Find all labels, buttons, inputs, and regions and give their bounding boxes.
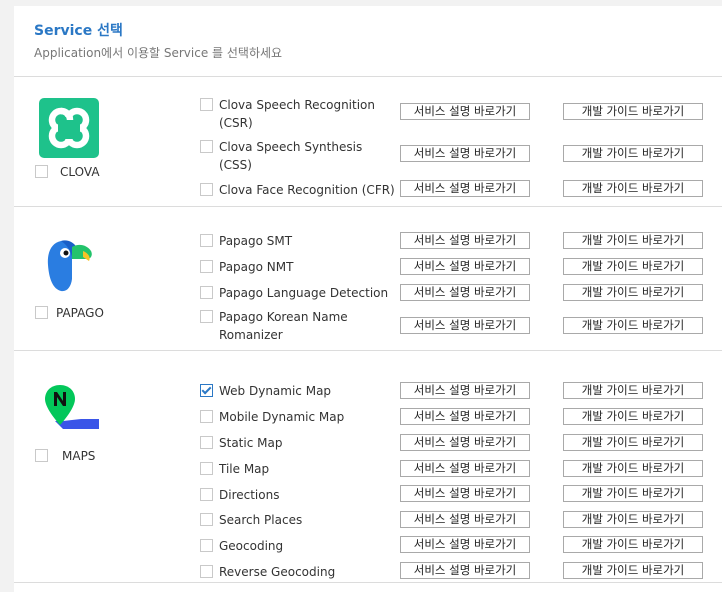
service-description-link-button[interactable]: 서비스 설명 바로가기	[400, 145, 530, 162]
developer-guide-link-button[interactable]: 개발 가이드 바로가기	[563, 145, 703, 162]
service-label: Papago Korean Name Romanizer	[219, 310, 348, 342]
service-checkbox[interactable]	[200, 286, 213, 299]
service-label: Clova Speech Synthesis (CSS)	[219, 140, 363, 172]
developer-guide-link-button[interactable]: 개발 가이드 바로가기	[563, 180, 703, 197]
service-checkbox[interactable]	[200, 539, 213, 552]
service-description-link-button[interactable]: 서비스 설명 바로가기	[400, 562, 530, 579]
service-selection-panel: Service 선택 Application에서 이용할 Service 를 선…	[14, 6, 722, 592]
developer-guide-link-button[interactable]: 개발 가이드 바로가기	[563, 408, 703, 425]
developer-guide-link-button[interactable]: 개발 가이드 바로가기	[563, 485, 703, 502]
service-description-link-button[interactable]: 서비스 설명 바로가기	[400, 511, 530, 528]
service-description-link-button[interactable]: 서비스 설명 바로가기	[400, 485, 530, 502]
developer-guide-link-button[interactable]: 개발 가이드 바로가기	[563, 511, 703, 528]
service-label: Papago Language Detection	[219, 286, 389, 300]
page-title: Service 선택	[34, 23, 123, 39]
service-checkbox[interactable]	[200, 140, 213, 153]
service-label: Mobile Dynamic Map	[219, 410, 345, 424]
developer-guide-link-button[interactable]: 개발 가이드 바로가기	[563, 317, 703, 334]
service-label: Papago NMT	[219, 260, 294, 274]
service-checkbox[interactable]	[200, 384, 213, 397]
service-label: Clova Face Recognition (CFR)	[219, 183, 395, 197]
service-description-link-button[interactable]: 서비스 설명 바로가기	[400, 284, 530, 301]
service-checkbox[interactable]	[200, 98, 213, 111]
section-clova: CLOVA Clova Speech Recognition (CSR) 서비스…	[14, 77, 722, 207]
section-maps: MAPS Web Dynamic Map 서비스 설명 바로가기 개발 가이드 …	[14, 351, 722, 583]
developer-guide-link-button[interactable]: 개발 가이드 바로가기	[563, 284, 703, 301]
naver-maps-pin-logo-icon	[43, 383, 101, 433]
papago-parrot-logo-icon	[41, 233, 97, 293]
service-description-link-button[interactable]: 서비스 설명 바로가기	[400, 460, 530, 477]
service-label: Tile Map	[219, 462, 270, 476]
section-label-maps: MAPS	[62, 449, 96, 463]
service-checkbox[interactable]	[200, 513, 213, 526]
service-checkbox[interactable]	[200, 183, 213, 196]
service-description-link-button[interactable]: 서비스 설명 바로가기	[400, 382, 530, 399]
service-label: Reverse Geocoding	[219, 565, 336, 579]
service-description-link-button[interactable]: 서비스 설명 바로가기	[400, 317, 530, 334]
service-label: Geocoding	[219, 539, 284, 553]
developer-guide-link-button[interactable]: 개발 가이드 바로가기	[563, 562, 703, 579]
service-label: Static Map	[219, 436, 283, 450]
service-label: Directions	[219, 488, 280, 502]
panel-header: Service 선택 Application에서 이용할 Service 를 선…	[14, 6, 722, 77]
service-label: Search Places	[219, 513, 303, 527]
service-description-link-button[interactable]: 서비스 설명 바로가기	[400, 408, 530, 425]
page-subtitle: Application에서 이용할 Service 를 선택하세요	[34, 46, 283, 60]
clova-logo-icon	[39, 98, 99, 158]
section-label-papago: PAPAGO	[56, 306, 104, 320]
service-checkbox[interactable]	[200, 462, 213, 475]
service-description-link-button[interactable]: 서비스 설명 바로가기	[400, 180, 530, 197]
service-checkbox[interactable]	[200, 310, 213, 323]
section-checkbox-maps[interactable]	[35, 449, 48, 462]
developer-guide-link-button[interactable]: 개발 가이드 바로가기	[563, 382, 703, 399]
section-checkbox-papago[interactable]	[35, 306, 48, 319]
service-label: Clova Speech Recognition (CSR)	[219, 98, 376, 130]
service-description-link-button[interactable]: 서비스 설명 바로가기	[400, 536, 530, 553]
service-description-link-button[interactable]: 서비스 설명 바로가기	[400, 232, 530, 249]
service-checkbox[interactable]	[200, 436, 213, 449]
service-checkbox[interactable]	[200, 565, 213, 578]
service-description-link-button[interactable]: 서비스 설명 바로가기	[400, 103, 530, 120]
service-description-link-button[interactable]: 서비스 설명 바로가기	[400, 434, 530, 451]
section-label-clova: CLOVA	[60, 165, 100, 179]
service-checkbox[interactable]	[200, 260, 213, 273]
developer-guide-link-button[interactable]: 개발 가이드 바로가기	[563, 258, 703, 275]
developer-guide-link-button[interactable]: 개발 가이드 바로가기	[563, 460, 703, 477]
developer-guide-link-button[interactable]: 개발 가이드 바로가기	[563, 232, 703, 249]
service-checkbox[interactable]	[200, 488, 213, 501]
developer-guide-link-button[interactable]: 개발 가이드 바로가기	[563, 103, 703, 120]
service-description-link-button[interactable]: 서비스 설명 바로가기	[400, 258, 530, 275]
service-checkbox[interactable]	[200, 234, 213, 247]
service-label: Papago SMT	[219, 234, 293, 248]
service-checkbox[interactable]	[200, 410, 213, 423]
service-label: Web Dynamic Map	[219, 384, 332, 398]
developer-guide-link-button[interactable]: 개발 가이드 바로가기	[563, 536, 703, 553]
section-papago: PAPAGO Papago SMT 서비스 설명 바로가기 개발 가이드 바로가…	[14, 207, 722, 351]
section-checkbox-clova[interactable]	[35, 165, 48, 178]
developer-guide-link-button[interactable]: 개발 가이드 바로가기	[563, 434, 703, 451]
